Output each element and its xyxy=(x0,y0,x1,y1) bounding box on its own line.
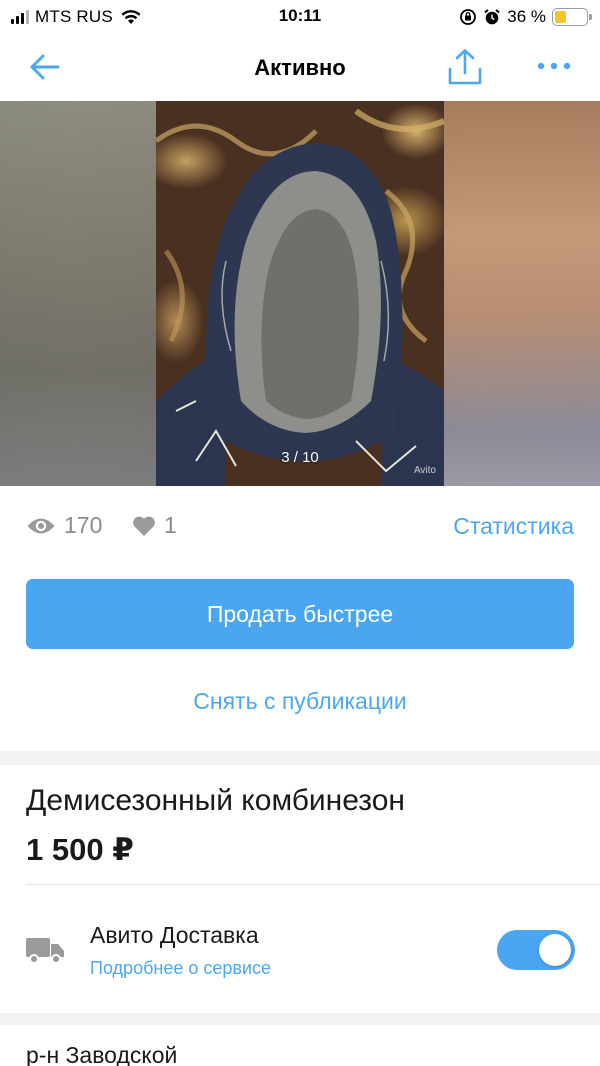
status-bar: MTS RUS 10:11 36 % xyxy=(0,0,600,34)
photo-watermark: Avito xyxy=(413,465,436,476)
views-count: 170 xyxy=(64,512,103,538)
views-stat: 170 xyxy=(26,512,102,539)
unpublish-link[interactable]: Снять с публикации xyxy=(0,688,600,715)
status-right: 36 % xyxy=(459,6,592,28)
heart-icon xyxy=(133,516,155,536)
item-title: Демисезонный комбинезон xyxy=(26,784,405,817)
battery-icon xyxy=(552,8,592,26)
orientation-lock-icon xyxy=(460,9,477,25)
listing-photo[interactable]: 3 / 10 Avito xyxy=(156,101,444,486)
divider xyxy=(26,884,600,885)
jacket-hood-image xyxy=(156,108,444,486)
gallery-blur-left xyxy=(0,101,156,486)
eye-icon xyxy=(27,518,55,533)
delivery-title: Авито Доставка xyxy=(90,922,259,948)
page-title: Активно xyxy=(254,55,346,80)
likes-stat: 1 xyxy=(132,512,177,539)
alarm-icon xyxy=(484,9,500,25)
location-text: р-н Заводской xyxy=(26,1042,178,1066)
share-icon[interactable] xyxy=(446,48,484,86)
battery-percent: 36 % xyxy=(507,7,546,26)
truck-icon xyxy=(26,938,64,964)
photo-counter: 3 / 10 xyxy=(281,449,319,466)
sell-faster-button[interactable]: Продать быстрее xyxy=(26,579,574,649)
item-price: 1 500 ₽ xyxy=(26,832,134,867)
section-divider xyxy=(0,751,600,765)
statistics-link[interactable]: Статистика xyxy=(453,513,574,540)
toggle-knob xyxy=(539,934,571,966)
nav-bar: Активно xyxy=(0,34,600,101)
delivery-toggle[interactable] xyxy=(497,930,575,970)
section-divider-2 xyxy=(0,1013,600,1025)
gallery-blur-right xyxy=(444,101,600,486)
likes-count: 1 xyxy=(164,512,177,538)
photo-gallery[interactable]: 3 / 10 Avito xyxy=(0,101,600,486)
delivery-more-link[interactable]: Подробнее о сервисе xyxy=(90,958,271,979)
battery-level xyxy=(555,11,566,23)
more-dots-icon[interactable] xyxy=(536,56,572,76)
listing-screen: MTS RUS 10:11 36 % Активно 3 / 10 Avito … xyxy=(0,0,600,1066)
stats-row: 170 1 Статистика xyxy=(26,508,574,544)
